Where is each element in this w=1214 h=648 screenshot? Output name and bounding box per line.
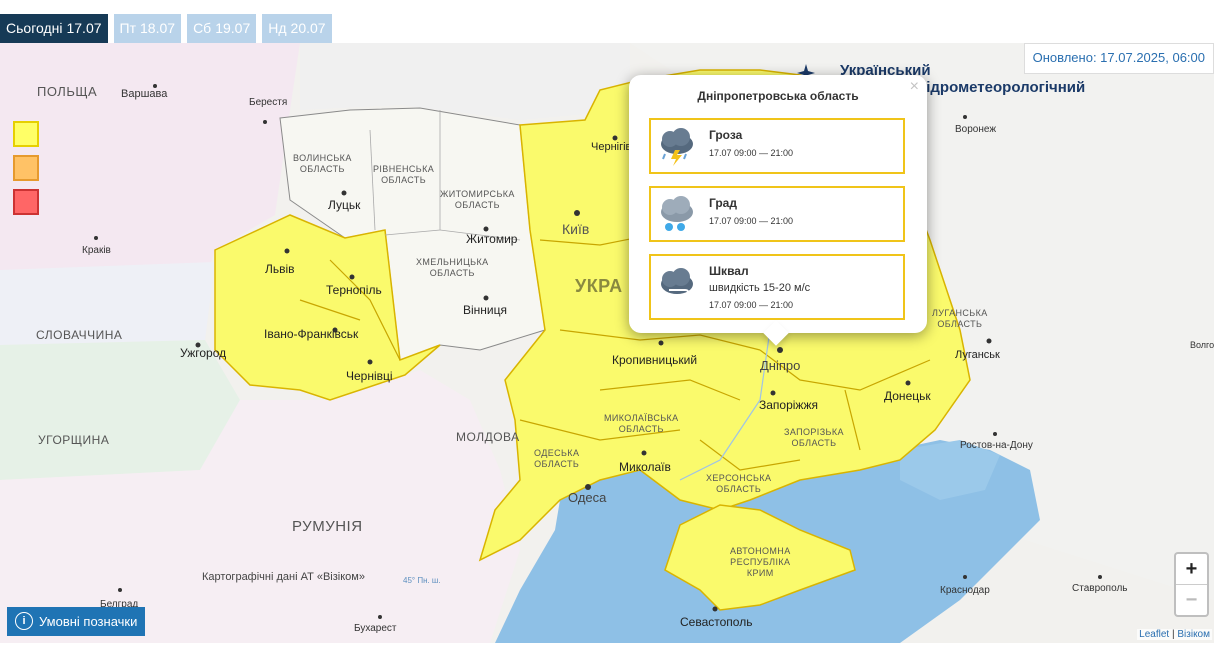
city-bucharest: Бухарест (354, 623, 397, 634)
city-lviv: Львів (265, 262, 295, 276)
city-luhansk: Луганськ (955, 349, 1000, 361)
tab-day-label: Нд (268, 20, 287, 36)
tab-day-label: Сб (193, 20, 212, 36)
legend-yellow-level[interactable] (13, 121, 39, 147)
latitude-label: 45° Пн. ш. (403, 576, 441, 585)
country-hungary: УГОРЩИНА (38, 433, 110, 447)
city-stavropol: Ставрополь (1072, 583, 1128, 594)
tab-saturday[interactable]: Сб 19.07 (187, 14, 257, 43)
oblast-label-odesa: ОДЕСЬКА ОБЛАСТЬ (534, 448, 580, 469)
country-ukraine: УКРА (575, 276, 623, 296)
city-brest: Берестя (249, 97, 288, 108)
carto-credit: Картографічні дані АТ «Візіком» (202, 571, 365, 583)
zoom-out-button[interactable]: − (1176, 585, 1207, 615)
legend-red-level[interactable] (13, 189, 39, 215)
warning-card-squall[interactable]: Шквал швидкість 15-20 м/с 17.07 09:00 — … (649, 254, 905, 320)
zoom-control: + − (1174, 552, 1209, 617)
city-kropyvnytskyi: Кропивницький (612, 353, 698, 367)
oblast-label-khmelnytskyi: ХМЕЛЬНИЦЬКА ОБЛАСТЬ (416, 257, 489, 278)
legend-button-label: Умовні позначки (39, 613, 138, 629)
tab-friday[interactable]: Пт 18.07 (113, 14, 182, 43)
vizicom-link[interactable]: Візіком (1177, 629, 1210, 640)
tab-date-label: 18.07 (140, 20, 176, 36)
city-donetsk: Донецьк (884, 389, 931, 403)
legend-orange-level[interactable] (13, 155, 39, 181)
oblast-label-zaporizhzhia: ЗАПОРІЗЬКА ОБЛАСТЬ (784, 427, 844, 448)
attribution-separator: | (1171, 629, 1175, 640)
updated-timestamp: Оновлено: 17.07.2025, 06:00 (1023, 43, 1214, 74)
country-slovakia: СЛОВАЧЧИНА (36, 328, 123, 342)
oblast-label-mykolaiv: МИКОЛАЇВСЬКА ОБЛАСТЬ (604, 413, 679, 434)
warning-title: Гроза (709, 128, 743, 142)
country-poland: ПОЛЬЩА (37, 84, 98, 99)
hail-icon (655, 194, 699, 234)
city-warsaw: Варшава (121, 88, 168, 100)
legend-button[interactable]: i Умовні позначки (7, 607, 146, 636)
map-attribution: Leaflet | Візіком (1137, 629, 1212, 640)
city-volgograd: Волго (1190, 340, 1214, 350)
city-krasnodar: Краснодар (940, 585, 990, 596)
city-ivano-frankivsk: Івано-Франківськ (264, 327, 359, 341)
tab-day-label: Пт (119, 20, 137, 36)
thunderstorm-icon (655, 126, 699, 166)
city-sevastopol: Севастополь (680, 615, 753, 629)
city-vinnytsia: Вінниця (463, 303, 507, 317)
oblast-label-rivne: РІВНЕНСЬКА ОБЛАСТЬ (373, 164, 435, 185)
region-popup: × Дніпропетровська область Гроза 17.07 0… (629, 75, 927, 346)
tab-date-label: 20.07 (290, 20, 326, 36)
warning-card-thunderstorm[interactable]: Гроза 17.07 09:00 — 21:00 (649, 118, 905, 174)
tab-day-label: Сьогодні (6, 20, 63, 36)
city-uzhhorod: Ужгород (180, 346, 227, 360)
city-krakow: Краків (82, 245, 111, 256)
city-voronezh: Воронеж (955, 124, 997, 135)
warning-card-hail[interactable]: Град 17.07 09:00 — 21:00 (649, 186, 905, 242)
country-romania: РУМУНІЯ (292, 518, 363, 535)
warning-time: 17.07 09:00 — 21:00 (709, 216, 794, 226)
city-lutsk: Луцьк (328, 198, 361, 212)
city-chernivtsi: Чернівці (346, 369, 393, 383)
oblast-label-volyn: ВОЛИНСЬКА ОБЛАСТЬ (293, 153, 352, 174)
city-ternopil: Тернопіль (326, 283, 382, 297)
hungary-area (0, 340, 240, 480)
warning-map[interactable]: ПОЛЬЩА СЛОВАЧЧИНА УГОРЩИНА РУМУНІЯ МОЛДО… (0, 43, 1214, 643)
tab-sunday[interactable]: Нд 20.07 (262, 14, 332, 43)
city-rostov: Ростов-на-Дону (960, 440, 1033, 451)
country-moldova: МОЛДОВА (456, 430, 520, 444)
tab-date-label: 19.07 (215, 20, 251, 36)
warning-time: 17.07 09:00 — 21:00 (709, 300, 794, 310)
day-tabs: Сьогодні 17.07 Пт 18.07 Сб 19.07 Нд 20.07 (0, 14, 332, 43)
info-icon: i (15, 612, 33, 630)
city-zhytomyr: Житомир (466, 232, 518, 246)
city-kyiv: Київ (562, 221, 590, 237)
warning-time: 17.07 09:00 — 21:00 (709, 148, 794, 158)
city-zaporizhzhia: Запоріжжя (759, 398, 818, 412)
leaflet-link[interactable]: Leaflet (1139, 629, 1169, 640)
oblast-label-kherson: ХЕРСОНСЬКА ОБЛАСТЬ (706, 473, 772, 494)
oblast-label-crimea: АВТОНОМНА РЕСПУБЛІКА КРИМ (730, 546, 791, 578)
warning-title: Шквал (709, 264, 749, 278)
city-mykolaiv: Миколаїв (619, 460, 671, 474)
city-odesa: Одеса (568, 490, 607, 505)
map-canvas (0, 43, 1214, 643)
oblast-label-luhansk: ЛУГАНСЬКА ОБЛАСТЬ (932, 308, 988, 329)
zoom-in-button[interactable]: + (1176, 554, 1207, 585)
warning-title: Град (709, 196, 737, 210)
city-dnipro: Дніпро (760, 358, 801, 373)
tab-date-label: 17.07 (66, 20, 102, 36)
tab-today[interactable]: Сьогодні 17.07 (0, 14, 108, 43)
warning-subtitle: швидкість 15-20 м/с (709, 282, 811, 294)
popup-title: Дніпропетровська область (697, 89, 859, 103)
squall-icon (655, 266, 699, 306)
city-chernihiv: Чернігів (591, 141, 632, 153)
oblast-label-zhytomyr: ЖИТОМИРСЬКА ОБЛАСТЬ (440, 189, 515, 210)
